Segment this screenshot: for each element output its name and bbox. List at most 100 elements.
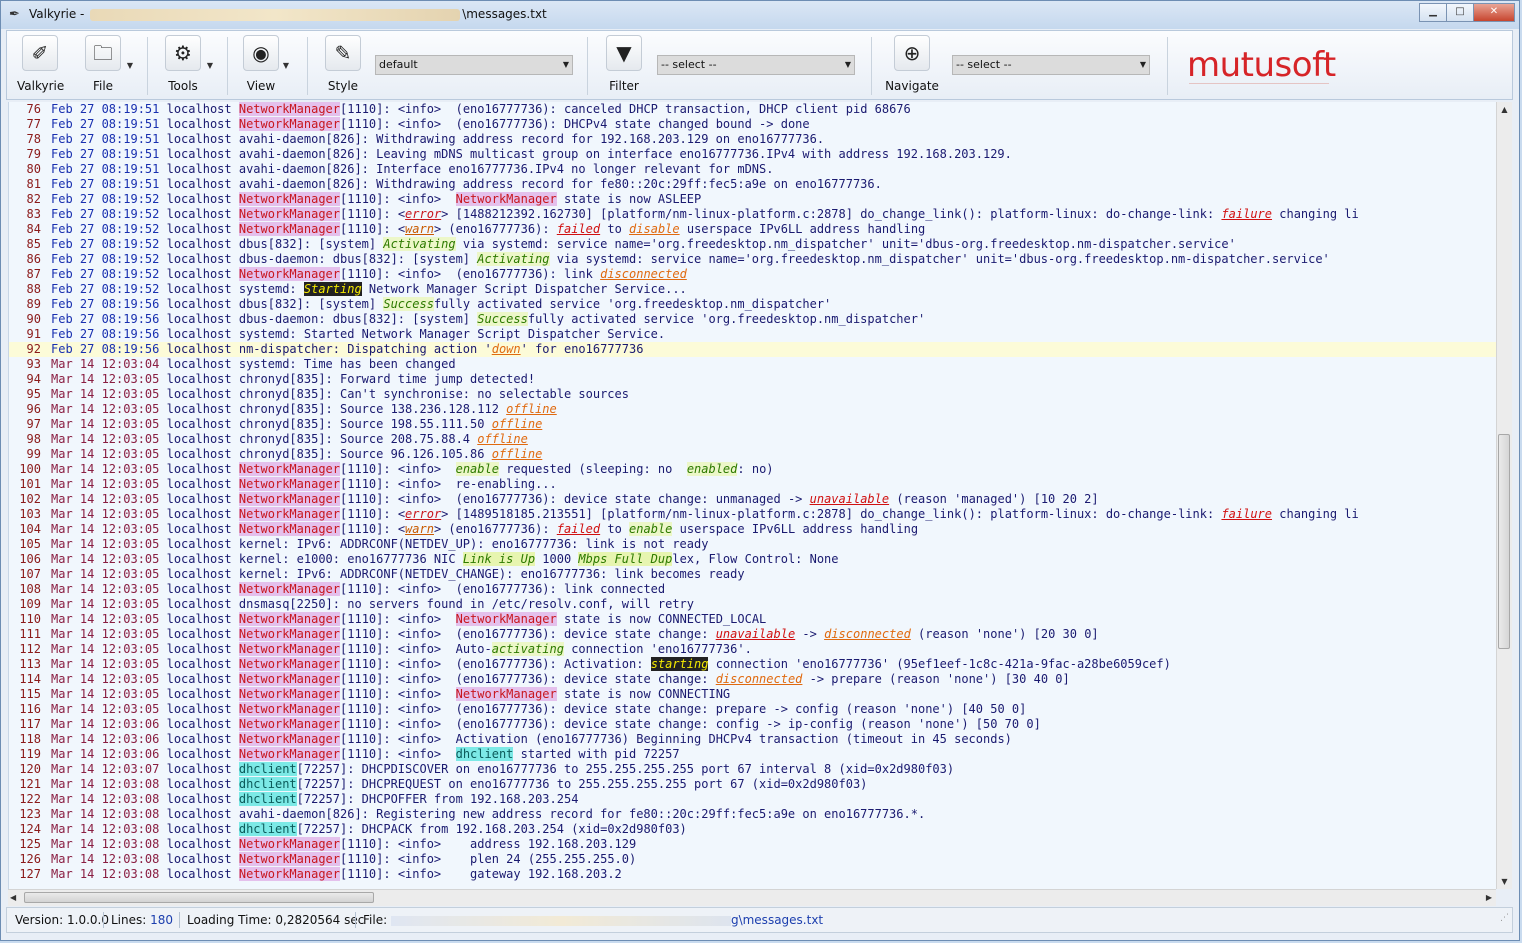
log-text: [1110]: <info> (340, 462, 456, 476)
toolbar-separator (307, 37, 308, 95)
vertical-scrollbar[interactable]: ▲ ▼ (1496, 102, 1512, 889)
log-line[interactable]: 121 Mar 14 12:03:08 localhost dhclient[72… (9, 777, 1496, 792)
valkyrie-menu-button[interactable]: ✐ Valkyrie (17, 35, 64, 93)
log-line[interactable]: 113 Mar 14 12:03:05 localhost NetworkMana… (9, 657, 1496, 672)
log-line[interactable]: 94 Mar 14 12:03:05 localhost chronyd[835]… (9, 372, 1496, 387)
file-menu-button[interactable]: 🗀 File ▼ (83, 35, 133, 93)
process-networkmanager: NetworkManager (238, 117, 341, 131)
log-line[interactable]: 109 Mar 14 12:03:05 localhost dnsmasq[225… (9, 597, 1496, 612)
log-line[interactable]: 122 Mar 14 12:03:08 localhost dhclient[72… (9, 792, 1496, 807)
log-line[interactable]: 90 Feb 27 08:19:56 localhost dbus-daemon:… (9, 312, 1496, 327)
line-number: 97 (26, 417, 41, 431)
title-bar[interactable]: ✒ Valkyrie - \messages.txt ▁ □ ✕ (1, 1, 1519, 29)
log-text: fully activated service 'org.freedesktop… (527, 312, 926, 326)
log-line[interactable]: 105 Mar 14 12:03:05 localhost kernel: IPv… (9, 537, 1496, 552)
crosshair-icon: ⊕ (894, 35, 930, 71)
log-line[interactable]: 104 Mar 14 12:03:05 localhost NetworkMana… (9, 522, 1496, 537)
log-timestamp: Mar 14 12:03:05 (51, 372, 160, 386)
log-line[interactable]: 108 Mar 14 12:03:05 localhost NetworkMana… (9, 582, 1496, 597)
log-line[interactable]: 78 Feb 27 08:19:51 localhost avahi-daemon… (9, 132, 1496, 147)
log-line[interactable]: 88 Feb 27 08:19:52 localhost systemd: Sta… (9, 282, 1496, 297)
line-number: 113 (19, 657, 41, 671)
navigate-button[interactable]: ⊕ Navigate (885, 35, 939, 93)
scroll-right-icon[interactable]: ▶ (1486, 890, 1492, 906)
log-text: localhost (159, 822, 239, 836)
process-networkmanager: NetworkManager (238, 867, 341, 881)
log-line[interactable]: 106 Mar 14 12:03:05 localhost kernel: e10… (9, 552, 1496, 567)
maximize-button[interactable]: □ (1446, 3, 1474, 22)
log-line[interactable]: 127 Mar 14 12:03:08 localhost NetworkMana… (9, 867, 1496, 882)
log-line[interactable]: 100 Mar 14 12:03:05 localhost NetworkMana… (9, 462, 1496, 477)
log-text: [72257]: DHCPACK from 192.168.203.254 (x… (296, 822, 687, 836)
scroll-up-icon[interactable]: ▲ (1497, 102, 1512, 117)
log-line[interactable]: 86 Feb 27 08:19:52 localhost dbus-daemon:… (9, 252, 1496, 267)
style-button[interactable]: ✎ Style (325, 35, 361, 93)
navigate-dropdown[interactable]: -- select -- ▼ (952, 55, 1150, 75)
log-line[interactable]: 103 Mar 14 12:03:05 localhost NetworkMana… (9, 507, 1496, 522)
scroll-down-icon[interactable]: ▼ (1497, 874, 1512, 889)
horizontal-scroll-thumb[interactable] (24, 892, 374, 903)
log-line[interactable]: 120 Mar 14 12:03:07 localhost dhclient[72… (9, 762, 1496, 777)
log-line[interactable]: 124 Mar 14 12:03:08 localhost dhclient[72… (9, 822, 1496, 837)
log-line[interactable]: 95 Mar 14 12:03:05 localhost chronyd[835]… (9, 387, 1496, 402)
line-number: 114 (19, 672, 41, 686)
file-path-redacted (390, 915, 731, 926)
log-text: localhost (159, 207, 239, 221)
filter-dropdown[interactable]: -- select -- ▼ (657, 55, 855, 75)
log-line[interactable]: 81 Feb 27 08:19:51 localhost avahi-daemon… (9, 177, 1496, 192)
log-line[interactable]: 111 Mar 14 12:03:05 localhost NetworkMana… (9, 627, 1496, 642)
log-line[interactable]: 117 Mar 14 12:03:06 localhost NetworkMana… (9, 717, 1496, 732)
log-line[interactable]: 115 Mar 14 12:03:05 localhost NetworkMana… (9, 687, 1496, 702)
scroll-left-icon[interactable]: ◀ (10, 890, 16, 906)
log-line[interactable]: 84 Feb 27 08:19:52 localhost NetworkManag… (9, 222, 1496, 237)
line-number: 76 (26, 102, 41, 116)
log-line[interactable]: 97 Mar 14 12:03:05 localhost chronyd[835]… (9, 417, 1496, 432)
log-line[interactable]: 98 Mar 14 12:03:05 localhost chronyd[835]… (9, 432, 1496, 447)
log-line[interactable]: 119 Mar 14 12:03:06 localhost NetworkMana… (9, 747, 1496, 762)
log-line[interactable]: 89 Feb 27 08:19:56 localhost dbus[832]: [… (9, 297, 1496, 312)
log-line[interactable]: 99 Mar 14 12:03:05 localhost chronyd[835]… (9, 447, 1496, 462)
horizontal-scrollbar[interactable]: ◀ ▶ (8, 889, 1496, 906)
style-dropdown[interactable]: default ▼ (375, 55, 573, 75)
log-line[interactable]: 79 Feb 27 08:19:51 localhost avahi-daemon… (9, 147, 1496, 162)
log-text: [1110]: <info> Activation (eno16777736) … (340, 732, 1012, 746)
log-line[interactable]: 76 Feb 27 08:19:51 localhost NetworkManag… (9, 102, 1496, 117)
log-line[interactable]: 82 Feb 27 08:19:52 localhost NetworkManag… (9, 192, 1496, 207)
log-line[interactable]: 102 Mar 14 12:03:05 localhost NetworkMana… (9, 492, 1496, 507)
log-line[interactable]: 126 Mar 14 12:03:08 localhost NetworkMana… (9, 852, 1496, 867)
log-text: [1110]: < (340, 507, 406, 521)
resize-grip-icon[interactable]: ⋰ (1500, 906, 1509, 930)
log-line[interactable]: 87 Feb 27 08:19:52 localhost NetworkManag… (9, 267, 1496, 282)
keyword-starting: starting (650, 657, 709, 671)
log-line[interactable]: 85 Feb 27 08:19:52 localhost dbus[832]: [… (9, 237, 1496, 252)
log-line[interactable]: 125 Mar 14 12:03:08 localhost NetworkMana… (9, 837, 1496, 852)
log-line[interactable]: 110 Mar 14 12:03:05 localhost NetworkMana… (9, 612, 1496, 627)
minimize-button[interactable]: ▁ (1419, 3, 1447, 22)
keyword-highlight: down (491, 342, 521, 356)
line-number: 107 (19, 567, 41, 581)
vertical-scroll-thumb[interactable] (1498, 434, 1510, 649)
line-number: 106 (19, 552, 41, 566)
log-line[interactable]: 112 Mar 14 12:03:05 localhost NetworkMana… (9, 642, 1496, 657)
log-line[interactable]: 83 Feb 27 08:19:52 localhost NetworkManag… (9, 207, 1496, 222)
view-menu-button[interactable]: ◉ View ▼ (243, 35, 289, 93)
log-line[interactable]: 114 Mar 14 12:03:05 localhost NetworkMana… (9, 672, 1496, 687)
log-line[interactable]: 96 Mar 14 12:03:05 localhost chronyd[835]… (9, 402, 1496, 417)
close-button[interactable]: ✕ (1473, 3, 1515, 22)
log-line[interactable]: 116 Mar 14 12:03:05 localhost NetworkMana… (9, 702, 1496, 717)
filter-button[interactable]: ▼ Filter (605, 35, 643, 93)
log-line[interactable]: 123 Mar 14 12:03:08 localhost avahi-daemo… (9, 807, 1496, 822)
log-line[interactable]: 93 Mar 14 12:03:04 localhost systemd: Tim… (9, 357, 1496, 372)
log-line[interactable]: 118 Mar 14 12:03:06 localhost NetworkMana… (9, 732, 1496, 747)
log-line[interactable]: 80 Feb 27 08:19:51 localhost avahi-daemon… (9, 162, 1496, 177)
log-line[interactable]: 101 Mar 14 12:03:05 localhost NetworkMana… (9, 477, 1496, 492)
log-line[interactable]: 92 Feb 27 08:19:56 localhost nm-dispatche… (9, 342, 1496, 357)
log-line[interactable]: 91 Feb 27 08:19:56 localhost systemd: Sta… (9, 327, 1496, 342)
log-line[interactable]: 107 Mar 14 12:03:05 localhost kernel: IPv… (9, 567, 1496, 582)
log-view[interactable]: 76 Feb 27 08:19:51 localhost NetworkManag… (8, 102, 1496, 889)
tools-menu-button[interactable]: ⚙ Tools ▼ (163, 35, 213, 93)
log-text: localhost chronyd[835]: Source 208.75.88… (159, 432, 478, 446)
process-networkmanager: NetworkManager (238, 507, 341, 521)
log-timestamp: Mar 14 12:03:08 (51, 777, 160, 791)
log-line[interactable]: 77 Feb 27 08:19:51 localhost NetworkManag… (9, 117, 1496, 132)
